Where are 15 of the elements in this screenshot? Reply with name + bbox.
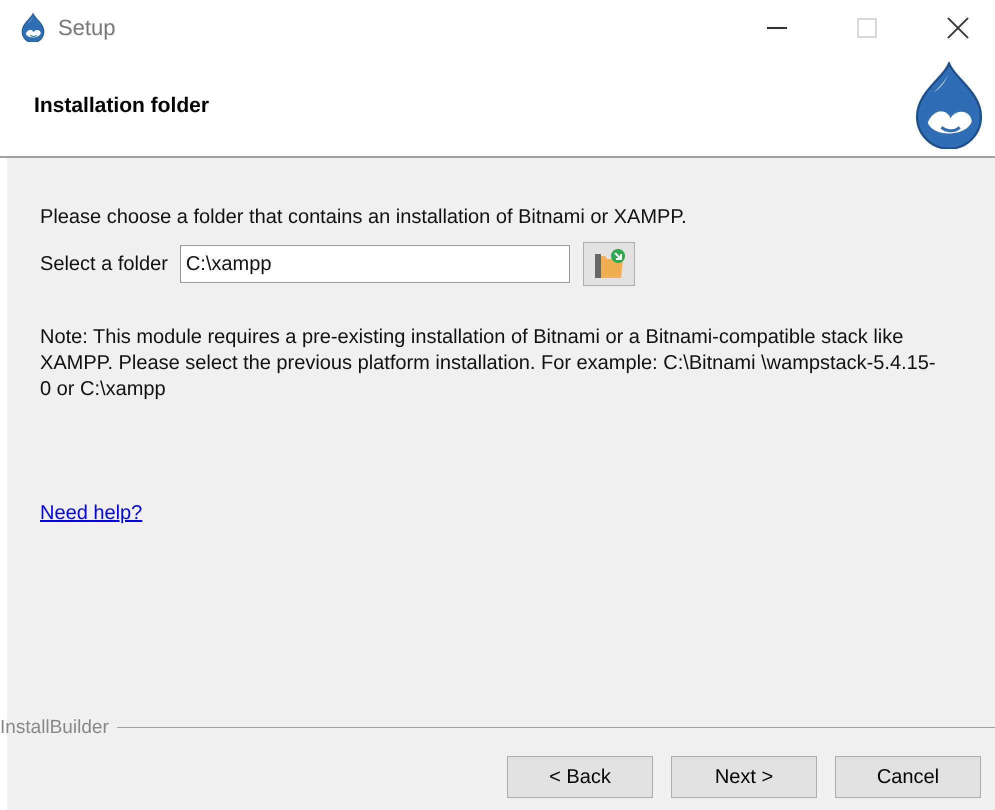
wizard-button[interactable]: Next > [671,756,817,798]
app-icon [20,12,46,42]
window-title: Setup [58,14,116,42]
help-link[interactable]: Need help? [40,498,142,528]
intro-text: Please choose a folder that contains an installation of Bitnami or XAMPP. [40,205,688,230]
minimize-icon[interactable] [767,26,787,28]
close-icon[interactable] [947,16,969,38]
browse-button[interactable] [582,242,635,286]
page-heading: Installation folder [34,92,210,119]
wizard-button[interactable]: Cancel [835,756,981,798]
note-text: Note: This module requires a pre-existing installation of Bitnami or a Bitnami-compatible stack like XAMPP. Please select the previous platform installation. For example: C:\Bitnami \wampstack-5.4.15-0 or C:\xampp [40,325,937,402]
installer-brand: InstallBuilder [0,716,109,740]
folder-field[interactable]: C:\xampp [180,245,570,283]
field-label: Select a folder [40,252,168,277]
wizard-button[interactable]: < Back [507,756,653,798]
